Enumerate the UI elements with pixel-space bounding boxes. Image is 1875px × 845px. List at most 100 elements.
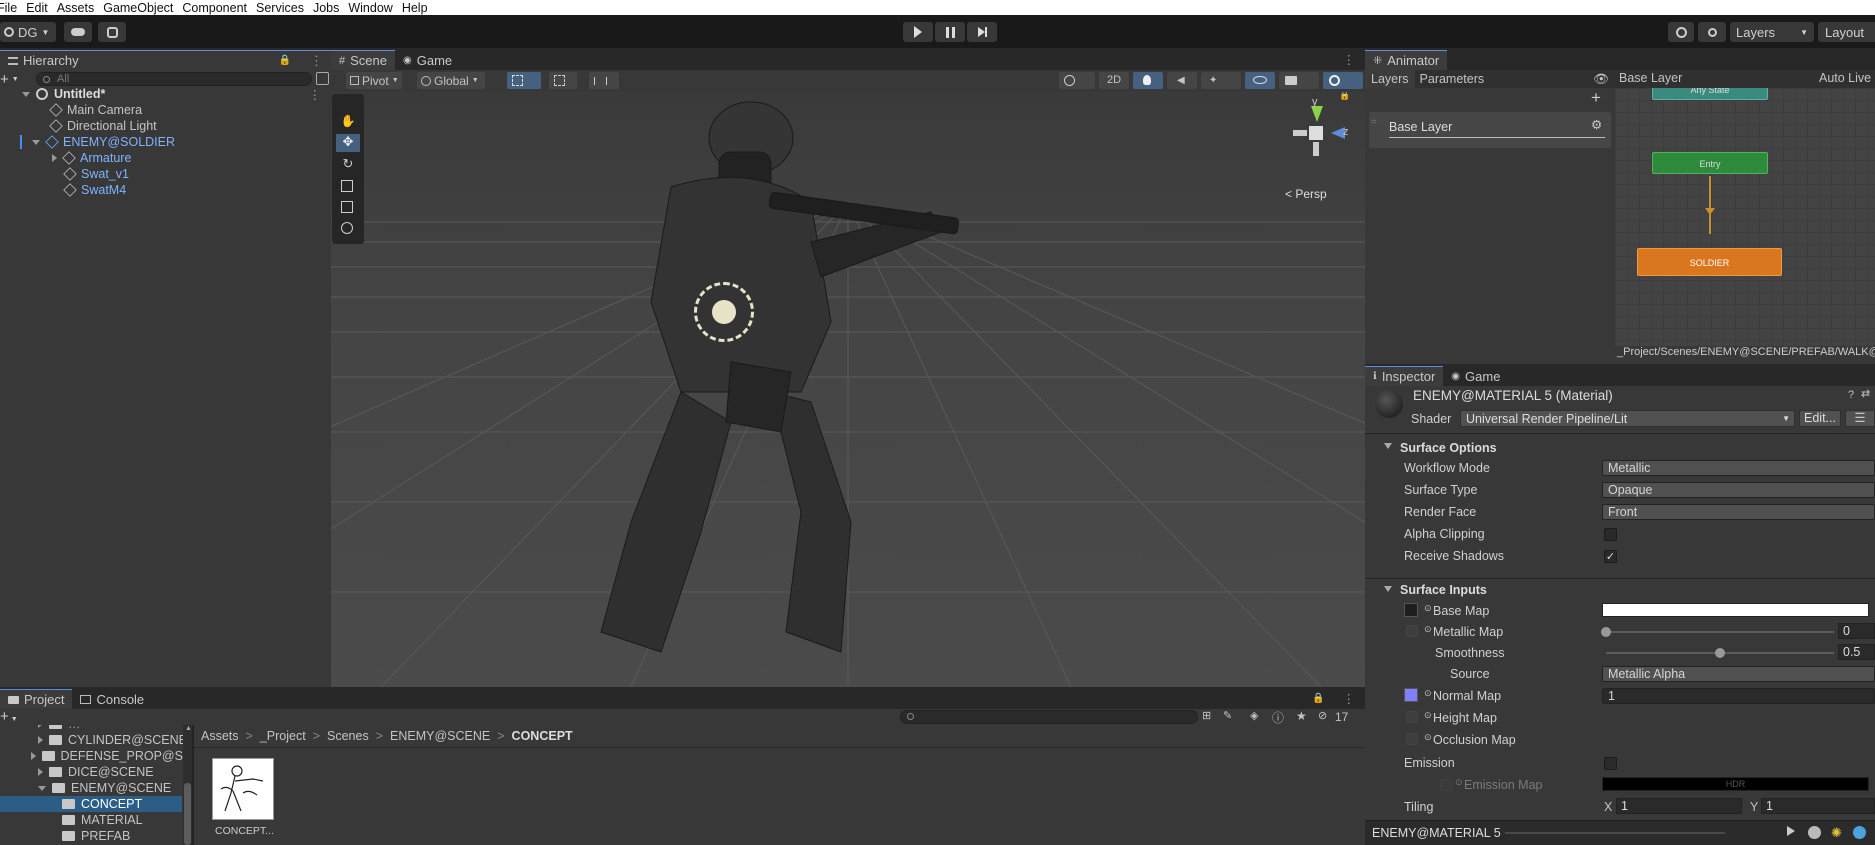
lock-icon[interactable]: 🔒 — [279, 55, 291, 66]
preview-sphere-icon[interactable] — [1808, 826, 1821, 839]
folder-item[interactable]: DEFENSE_PROP@SC — [0, 748, 192, 764]
gizmos-dropdown[interactable] — [1323, 72, 1363, 89]
menu-help[interactable]: Help — [402, 1, 428, 15]
preview-drag-handle[interactable] — [1505, 832, 1725, 834]
tab-project[interactable]: Project — [0, 689, 73, 709]
menu-file[interactable]: File — [0, 1, 17, 15]
breadcrumb-item[interactable]: _Project — [260, 729, 306, 743]
breadcrumb-item[interactable]: Assets — [201, 729, 239, 743]
render-face-dropdown[interactable]: Front — [1602, 504, 1875, 520]
normal-map-texture-slot[interactable] — [1404, 688, 1418, 702]
workflow-mode-dropdown[interactable]: Metallic — [1602, 460, 1875, 476]
scroll-up-icon[interactable]: ▲ — [185, 725, 192, 732]
camera-dropdown[interactable] — [1279, 72, 1319, 89]
folder-item[interactable]: DICE@SCENE — [0, 764, 192, 780]
folder-item-selected[interactable]: CONCEPT — [0, 796, 182, 812]
tab-layers[interactable]: Layers — [1365, 70, 1415, 88]
rotate-tool-icon[interactable]: ↻ — [336, 156, 360, 174]
light-icon[interactable]: ✺ — [1831, 825, 1842, 841]
settings-icon[interactable]: ⇄ — [1861, 387, 1870, 400]
folder-item[interactable]: CYLINDER@SCENE — [0, 732, 192, 748]
hand-tool-icon[interactable]: ✋ — [336, 114, 360, 132]
pause-button[interactable] — [935, 22, 965, 42]
perspective-label[interactable]: < Persp — [1285, 187, 1327, 201]
cloud-button[interactable] — [64, 22, 92, 42]
shader-menu-button[interactable]: ☰ — [1845, 410, 1875, 427]
alpha-clipping-checkbox[interactable] — [1604, 528, 1617, 541]
grid-snap-toggle[interactable] — [507, 72, 541, 89]
tab-game[interactable]: ◉ Game — [395, 50, 461, 70]
normal-strength-field[interactable]: 1 — [1602, 688, 1875, 704]
breadcrumb-current[interactable]: CONCEPT — [512, 729, 573, 743]
target-icon[interactable]: ⊙ — [1424, 732, 1432, 743]
entry-node[interactable]: Entry — [1652, 152, 1768, 174]
lock-icon[interactable]: 🔒 — [1339, 92, 1350, 101]
animator-graph[interactable]: Any State Entry SOLDIER — [1615, 88, 1875, 346]
hierarchy-item[interactable]: Swat_v1 — [0, 166, 331, 182]
metallic-slider-track[interactable] — [1606, 631, 1834, 633]
menu-jobs[interactable]: Jobs — [313, 1, 339, 15]
edit-shader-button[interactable]: Edit... — [1799, 410, 1841, 427]
more-icon[interactable]: ⋮ — [309, 87, 322, 102]
transform-tool-icon[interactable] — [341, 222, 353, 234]
tab-scene[interactable]: # Scene — [331, 50, 395, 70]
tab-game-2[interactable]: ◉ Game — [1443, 366, 1509, 386]
eye-icon[interactable]: 👁 — [1593, 72, 1609, 87]
target-icon[interactable]: ⊙ — [1424, 710, 1432, 721]
star-icon[interactable]: ★ — [1296, 709, 1307, 723]
pivot-toggle[interactable]: Pivot ▼ — [346, 72, 402, 89]
draw-mode-dropdown[interactable] — [1059, 72, 1095, 89]
create-asset-button[interactable]: + ▼ — [0, 708, 18, 725]
layout-dropdown[interactable]: Layout — [1818, 22, 1875, 42]
hierarchy-search-input[interactable]: All — [36, 72, 312, 86]
surface-type-dropdown[interactable]: Opaque — [1602, 482, 1875, 498]
lighting-toggle[interactable] — [1133, 72, 1163, 89]
scene-viewport[interactable]: ✋ ✥ ↻ y z 🔒 < Persp — [331, 92, 1365, 687]
collab-button[interactable] — [98, 22, 126, 42]
tiling-x-field[interactable]: 1 — [1616, 798, 1742, 814]
metallic-map-texture-slot[interactable] — [1406, 625, 1418, 637]
tab-hierarchy[interactable]: Hierarchy 🔒 ⋮ — [0, 50, 331, 70]
hierarchy-item[interactable]: SwatM4 — [0, 182, 331, 198]
any-state-node[interactable]: Any State — [1652, 88, 1768, 100]
search-button[interactable] — [1698, 22, 1726, 42]
occlusion-map-texture-slot[interactable] — [1406, 733, 1418, 745]
info-icon[interactable]: ⓘ — [1272, 709, 1284, 726]
search-by-label-icon[interactable]: ✎ — [1223, 709, 1232, 722]
add-layer-button[interactable]: + — [1591, 88, 1601, 108]
scene-row[interactable]: Untitled* ⋮ — [0, 86, 331, 102]
more-icon[interactable]: ⋮ — [1343, 691, 1356, 706]
scrollbar-thumb[interactable] — [184, 783, 191, 845]
history-button[interactable] — [1668, 22, 1694, 42]
concept-asset-thumbnail[interactable] — [212, 758, 274, 820]
surface-inputs-header[interactable]: Surface Inputs — [1400, 583, 1487, 597]
help-icon[interactable]: ? — [1848, 389, 1854, 401]
receive-shadows-checkbox[interactable]: ✓ — [1604, 550, 1617, 563]
gear-icon[interactable]: ⚙ — [1591, 117, 1602, 132]
hidden-packages-icon[interactable]: ⊘ — [1318, 709, 1327, 722]
folder-item[interactable]: ENEMY@SCENE — [0, 780, 192, 796]
breadcrumb-item[interactable]: Scenes — [327, 729, 369, 743]
hierarchy-item[interactable]: ENEMY@SOLDIER — [0, 134, 331, 150]
emission-checkbox[interactable] — [1604, 757, 1617, 770]
target-icon[interactable]: ⊙ — [1455, 777, 1463, 788]
menu-edit[interactable]: Edit — [26, 1, 48, 15]
account-dropdown[interactable]: DG ▼ — [0, 22, 56, 42]
soldier-state-node[interactable]: SOLDIER — [1637, 248, 1782, 276]
source-dropdown[interactable]: Metallic Alpha — [1602, 666, 1875, 682]
menu-assets[interactable]: Assets — [57, 1, 95, 15]
menu-component[interactable]: Component — [182, 1, 247, 15]
hierarchy-item[interactable]: Main Camera — [0, 102, 331, 118]
target-icon[interactable]: ⊙ — [1424, 603, 1432, 614]
scale-tool-icon[interactable] — [341, 180, 353, 192]
concept-asset-label[interactable]: CONCEPT... — [215, 825, 274, 837]
animator-breadcrumb[interactable]: Base Layer — [1619, 71, 1682, 85]
folder-item[interactable]: PREFAB — [0, 828, 192, 844]
tab-inspector[interactable]: ℹ Inspector — [1365, 366, 1444, 386]
hidden-objects-toggle[interactable] — [1245, 72, 1275, 89]
rect-tool-icon[interactable] — [341, 201, 353, 213]
tab-parameters[interactable]: Parameters — [1415, 70, 1490, 88]
metallic-slider-knob[interactable] — [1601, 627, 1611, 637]
hierarchy-item[interactable]: Armature — [0, 150, 331, 166]
breadcrumb-item[interactable]: ENEMY@SCENE — [390, 729, 490, 743]
